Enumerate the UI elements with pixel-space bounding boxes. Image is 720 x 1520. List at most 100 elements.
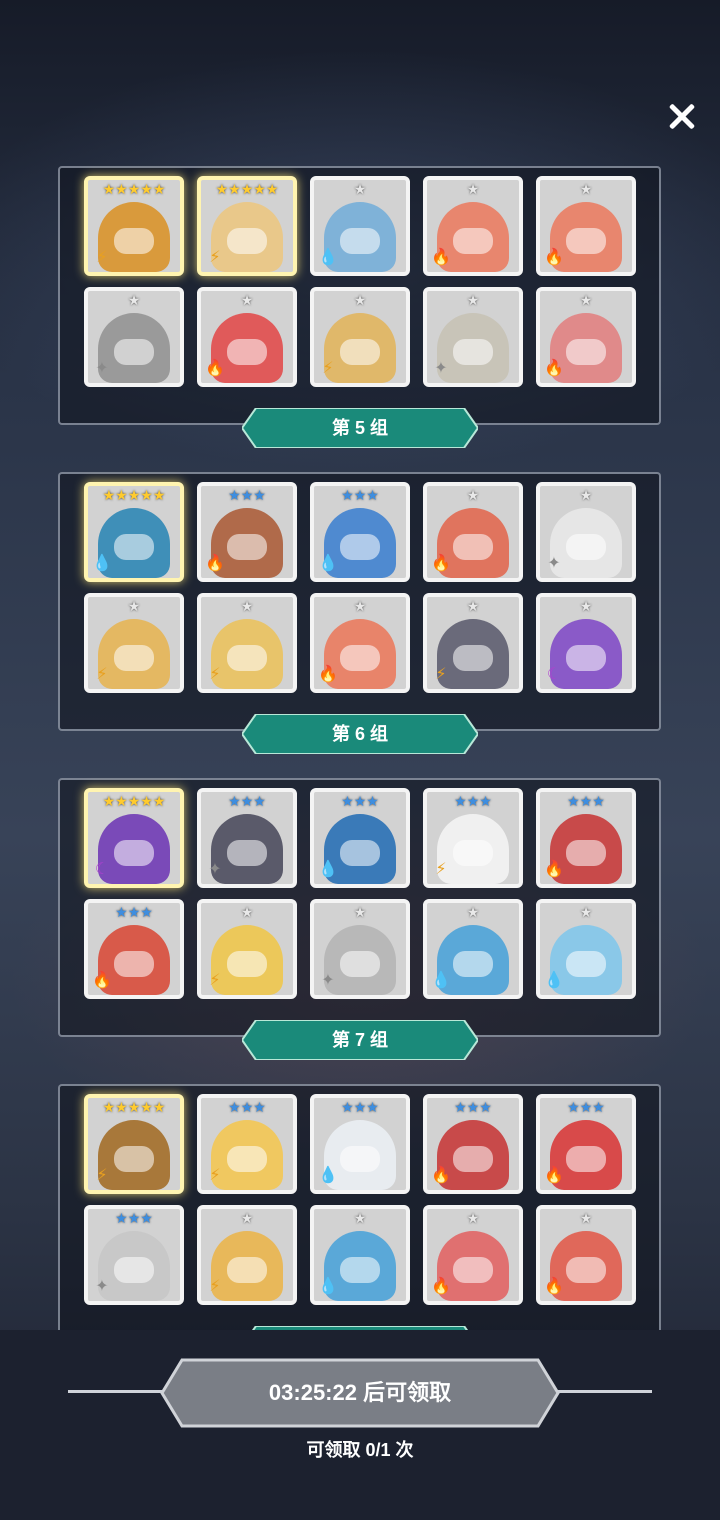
hero-face bbox=[566, 534, 606, 560]
group-panel: ★★★★★ ☾ ★★★ ✦ ★★★ 💧 ★★★ ⚡ ★★★ 🔥 ★★★ 🔥 ★ ⚡ ★ ✦ ★ 💧 ★ 💧 bbox=[58, 778, 661, 1037]
star-rating: ★ bbox=[466, 1210, 480, 1226]
hero-card[interactable]: ★ ☾ bbox=[536, 593, 636, 693]
hero-card[interactable]: ★ 🔥 bbox=[536, 287, 636, 387]
hero-card[interactable]: ★★★ 🔥 bbox=[197, 482, 297, 582]
group-panel: ★★★★★ ⚡ ★★★★★ ⚡ ★ 💧 ★ 🔥 ★ 🔥 ★ ✦ ★ 🔥 ★ ⚡ ★ ✦ ★ 🔥 bbox=[58, 166, 661, 425]
hero-card[interactable]: ★★★ 🔥 bbox=[84, 899, 184, 999]
hero-face bbox=[453, 228, 493, 254]
earth-element-icon: ⚡ bbox=[209, 1167, 221, 1184]
fire-element-icon: 🔥 bbox=[544, 1167, 564, 1184]
hero-card[interactable]: ★ ✦ bbox=[310, 899, 410, 999]
fire-element-icon: 🔥 bbox=[205, 360, 225, 377]
star-rating: ★ bbox=[579, 598, 593, 614]
hero-card[interactable]: ★★★ 🔥 bbox=[423, 1094, 523, 1194]
hero-card[interactable]: ★ ⚡ bbox=[197, 1205, 297, 1305]
close-icon[interactable] bbox=[662, 96, 702, 136]
light-element-icon: ✦ bbox=[95, 360, 109, 377]
light-element-icon: ✦ bbox=[547, 555, 561, 572]
hero-face bbox=[566, 1257, 606, 1283]
card-grid: ★★★★★ ⚡ ★★★ ⚡ ★★★ 💧 ★★★ 🔥 ★★★ 🔥 ★★★ ✦ ★ ⚡ ★ 💧 ★ 🔥 ★ 🔥 bbox=[84, 1094, 640, 1305]
hero-face bbox=[453, 840, 493, 866]
water-element-icon: 💧 bbox=[318, 1278, 338, 1295]
star-rating: ★ bbox=[579, 904, 593, 920]
earth-element-icon: ⚡ bbox=[209, 666, 221, 683]
hero-card[interactable]: ★★★ 🔥 bbox=[536, 788, 636, 888]
groups-scroll-area[interactable]: ★★★★★ ⚡ ★★★★★ ⚡ ★ 💧 ★ 🔥 ★ 🔥 ★ ✦ ★ 🔥 ★ ⚡ ★ ✦ ★ 🔥 第 5 组 ★★★★★… bbox=[0, 160, 720, 1330]
hero-face bbox=[566, 951, 606, 977]
hero-card[interactable]: ★★★ ⚡ bbox=[197, 1094, 297, 1194]
hero-card[interactable]: ★ ⚡ bbox=[197, 899, 297, 999]
hero-card[interactable]: ★ ✦ bbox=[536, 482, 636, 582]
earth-element-icon: ⚡ bbox=[435, 666, 447, 683]
hero-card[interactable]: ★ 🔥 bbox=[423, 176, 523, 276]
claim-button[interactable]: 03:25:22 后可领取 bbox=[160, 1358, 560, 1428]
hero-card[interactable]: ★ 💧 bbox=[310, 1205, 410, 1305]
group-label: 第 7 组 bbox=[242, 1020, 478, 1060]
hero-face bbox=[340, 1146, 380, 1172]
star-rating: ★★★ bbox=[115, 1210, 153, 1226]
star-rating: ★ bbox=[466, 292, 480, 308]
hero-face bbox=[227, 840, 267, 866]
hero-face bbox=[114, 534, 154, 560]
hero-card[interactable]: ★★★★★ ⚡ bbox=[197, 176, 297, 276]
hero-card[interactable]: ★★★ 💧 bbox=[310, 482, 410, 582]
star-rating: ★ bbox=[579, 181, 593, 197]
hero-face bbox=[453, 645, 493, 671]
hero-card[interactable]: ★ 💧 bbox=[536, 899, 636, 999]
fire-element-icon: 🔥 bbox=[431, 555, 451, 572]
earth-element-icon: ⚡ bbox=[209, 249, 221, 266]
hero-card[interactable]: ★ 🔥 bbox=[423, 482, 523, 582]
hero-card[interactable]: ★ ✦ bbox=[423, 287, 523, 387]
hero-face bbox=[566, 645, 606, 671]
hero-card[interactable]: ★ ⚡ bbox=[197, 593, 297, 693]
hero-card[interactable]: ★★★ ✦ bbox=[84, 1205, 184, 1305]
star-rating: ★★★ bbox=[341, 1099, 379, 1115]
star-rating: ★★★ bbox=[567, 1099, 605, 1115]
hero-face bbox=[114, 1146, 154, 1172]
hero-card[interactable]: ★★★ ⚡ bbox=[423, 788, 523, 888]
hero-card[interactable]: ★ 🔥 bbox=[197, 287, 297, 387]
hero-face bbox=[114, 228, 154, 254]
divider bbox=[68, 1390, 168, 1393]
star-rating: ★ bbox=[579, 1210, 593, 1226]
star-rating: ★ bbox=[579, 487, 593, 503]
hero-card[interactable]: ★ ⚡ bbox=[84, 593, 184, 693]
hero-card[interactable]: ★ 🔥 bbox=[536, 176, 636, 276]
hero-card[interactable]: ★ 💧 bbox=[310, 176, 410, 276]
hero-card[interactable]: ★★★ 💧 bbox=[310, 788, 410, 888]
hero-card[interactable]: ★★★★★ ☾ bbox=[84, 788, 184, 888]
water-element-icon: 💧 bbox=[544, 972, 564, 989]
hero-card[interactable]: ★ ✦ bbox=[84, 287, 184, 387]
divider bbox=[552, 1390, 652, 1393]
hero-card[interactable]: ★ 🔥 bbox=[536, 1205, 636, 1305]
fire-element-icon: 🔥 bbox=[205, 555, 225, 572]
fire-element-icon: 🔥 bbox=[544, 360, 564, 377]
star-rating: ★★★ bbox=[567, 793, 605, 809]
claim-count: 可领取 0/1 次 bbox=[306, 1440, 414, 1460]
water-element-icon: 💧 bbox=[431, 972, 451, 989]
hero-card[interactable]: ★★★★★ 💧 bbox=[84, 482, 184, 582]
fire-element-icon: 🔥 bbox=[431, 1278, 451, 1295]
claim-button-label: 03:25:22 后可领取 bbox=[268, 1380, 452, 1405]
fire-element-icon: 🔥 bbox=[544, 1278, 564, 1295]
hero-card[interactable]: ★★★★★ ⚡ bbox=[84, 176, 184, 276]
hero-card[interactable]: ★★★ 🔥 bbox=[536, 1094, 636, 1194]
hero-card[interactable]: ★ ⚡ bbox=[310, 287, 410, 387]
hero-face bbox=[114, 951, 154, 977]
hero-face bbox=[340, 951, 380, 977]
hero-face bbox=[453, 534, 493, 560]
group-label: 第 6 组 bbox=[242, 714, 478, 754]
hero-face bbox=[227, 534, 267, 560]
earth-element-icon: ⚡ bbox=[96, 249, 108, 266]
star-rating: ★ bbox=[466, 904, 480, 920]
hero-card[interactable]: ★★★ 💧 bbox=[310, 1094, 410, 1194]
hero-card[interactable]: ★ 🔥 bbox=[423, 1205, 523, 1305]
hero-card[interactable]: ★★★ ✦ bbox=[197, 788, 297, 888]
hero-card[interactable]: ★ 💧 bbox=[423, 899, 523, 999]
hero-card[interactable]: ★ 🔥 bbox=[310, 593, 410, 693]
star-rating: ★ bbox=[466, 598, 480, 614]
star-rating: ★★★ bbox=[341, 793, 379, 809]
hero-card[interactable]: ★★★★★ ⚡ bbox=[84, 1094, 184, 1194]
hero-card[interactable]: ★ ⚡ bbox=[423, 593, 523, 693]
star-rating: ★★★ bbox=[454, 1099, 492, 1115]
